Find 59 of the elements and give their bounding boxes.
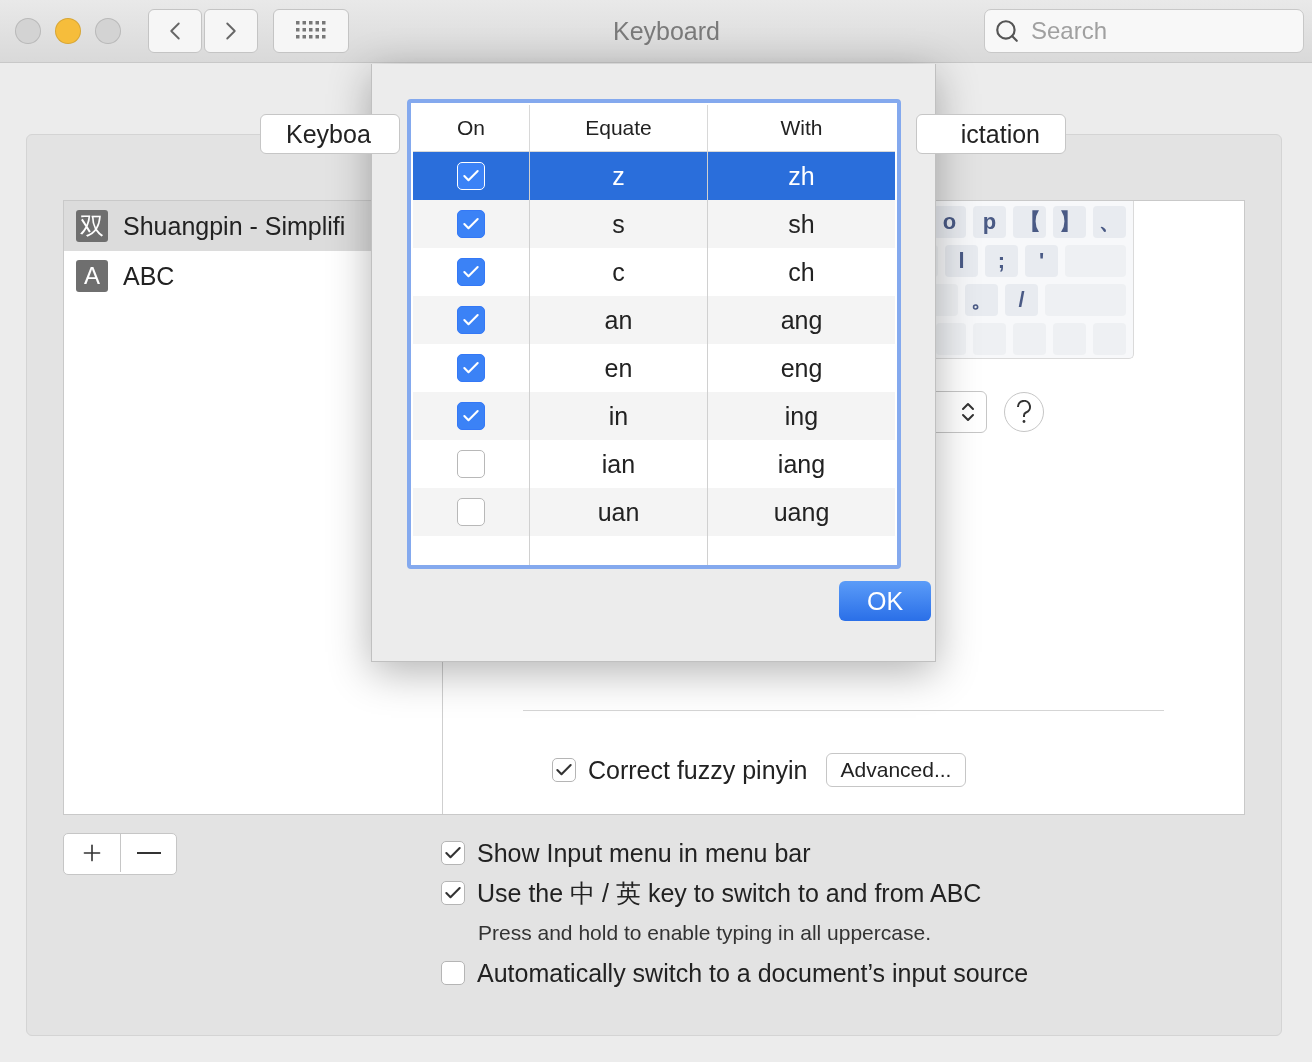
- key: l: [945, 245, 978, 277]
- key: ': [1025, 245, 1058, 277]
- search-icon: [994, 18, 1020, 44]
- checkbox[interactable]: [457, 306, 485, 334]
- checkbox[interactable]: [552, 758, 576, 782]
- key: /: [1005, 284, 1038, 316]
- table-cell[interactable]: [413, 296, 529, 344]
- table-cell[interactable]: [413, 488, 529, 536]
- window-title: Keyboard: [612, 16, 721, 46]
- grid-icon: [296, 21, 326, 41]
- checkbox[interactable]: [457, 498, 485, 526]
- checkbox[interactable]: [457, 402, 485, 430]
- key: 。: [965, 284, 998, 316]
- advanced-button[interactable]: Advanced...: [825, 753, 967, 787]
- source-name: Shuangpin - Simplifi: [123, 211, 346, 241]
- source-icon: 双: [76, 210, 108, 242]
- checkbox[interactable]: [441, 841, 465, 865]
- option-label: Show Input menu in menu bar: [477, 838, 811, 868]
- key: p: [973, 206, 1006, 238]
- table-cell: sh: [707, 200, 895, 248]
- table-cell: z: [529, 152, 707, 200]
- table-cell: uang: [707, 488, 895, 536]
- key: 、: [1093, 206, 1126, 238]
- hint-text: Press and hold to enable typing in all uppercase.: [478, 920, 932, 946]
- source-name: ABC: [123, 261, 175, 291]
- checkbox[interactable]: [457, 354, 485, 382]
- input-source-item[interactable]: A ABC: [64, 251, 442, 301]
- table-cell: ing: [707, 392, 895, 440]
- help-button[interactable]: [1004, 392, 1044, 432]
- option-label: Use the 中 / 英 key to switch to and from ABC: [477, 877, 982, 909]
- checkbox[interactable]: [457, 258, 485, 286]
- table-cell[interactable]: [413, 200, 529, 248]
- source-icon: A: [76, 260, 108, 292]
- minus-icon: [136, 852, 161, 854]
- search-field[interactable]: Search: [984, 9, 1304, 53]
- question-icon: [1016, 400, 1032, 424]
- show-all-button[interactable]: [273, 9, 349, 53]
- checkbox[interactable]: [441, 961, 465, 985]
- option-label: Correct fuzzy pinyin: [588, 755, 808, 785]
- key: ;: [985, 245, 1018, 277]
- table-cell: s: [529, 200, 707, 248]
- forward-button[interactable]: [204, 9, 258, 53]
- checkbox[interactable]: [441, 881, 465, 905]
- checkbox[interactable]: [457, 210, 485, 238]
- tab[interactable]: ictation: [916, 114, 1066, 154]
- key: 】: [1053, 206, 1086, 238]
- back-button[interactable]: [148, 9, 202, 53]
- table-cell: zh: [707, 152, 895, 200]
- key: 【: [1013, 206, 1046, 238]
- table-cell[interactable]: [413, 152, 529, 200]
- table-cell[interactable]: [413, 392, 529, 440]
- ok-button[interactable]: OK: [839, 581, 931, 621]
- table-cell: in: [529, 392, 707, 440]
- table-cell: ang: [707, 296, 895, 344]
- table-cell: uan: [529, 488, 707, 536]
- option-label: Automatically switch to a document’s input source: [477, 958, 1029, 988]
- checkbox[interactable]: [457, 450, 485, 478]
- table-cell: an: [529, 296, 707, 344]
- tab[interactable]: Keyboa: [260, 114, 400, 154]
